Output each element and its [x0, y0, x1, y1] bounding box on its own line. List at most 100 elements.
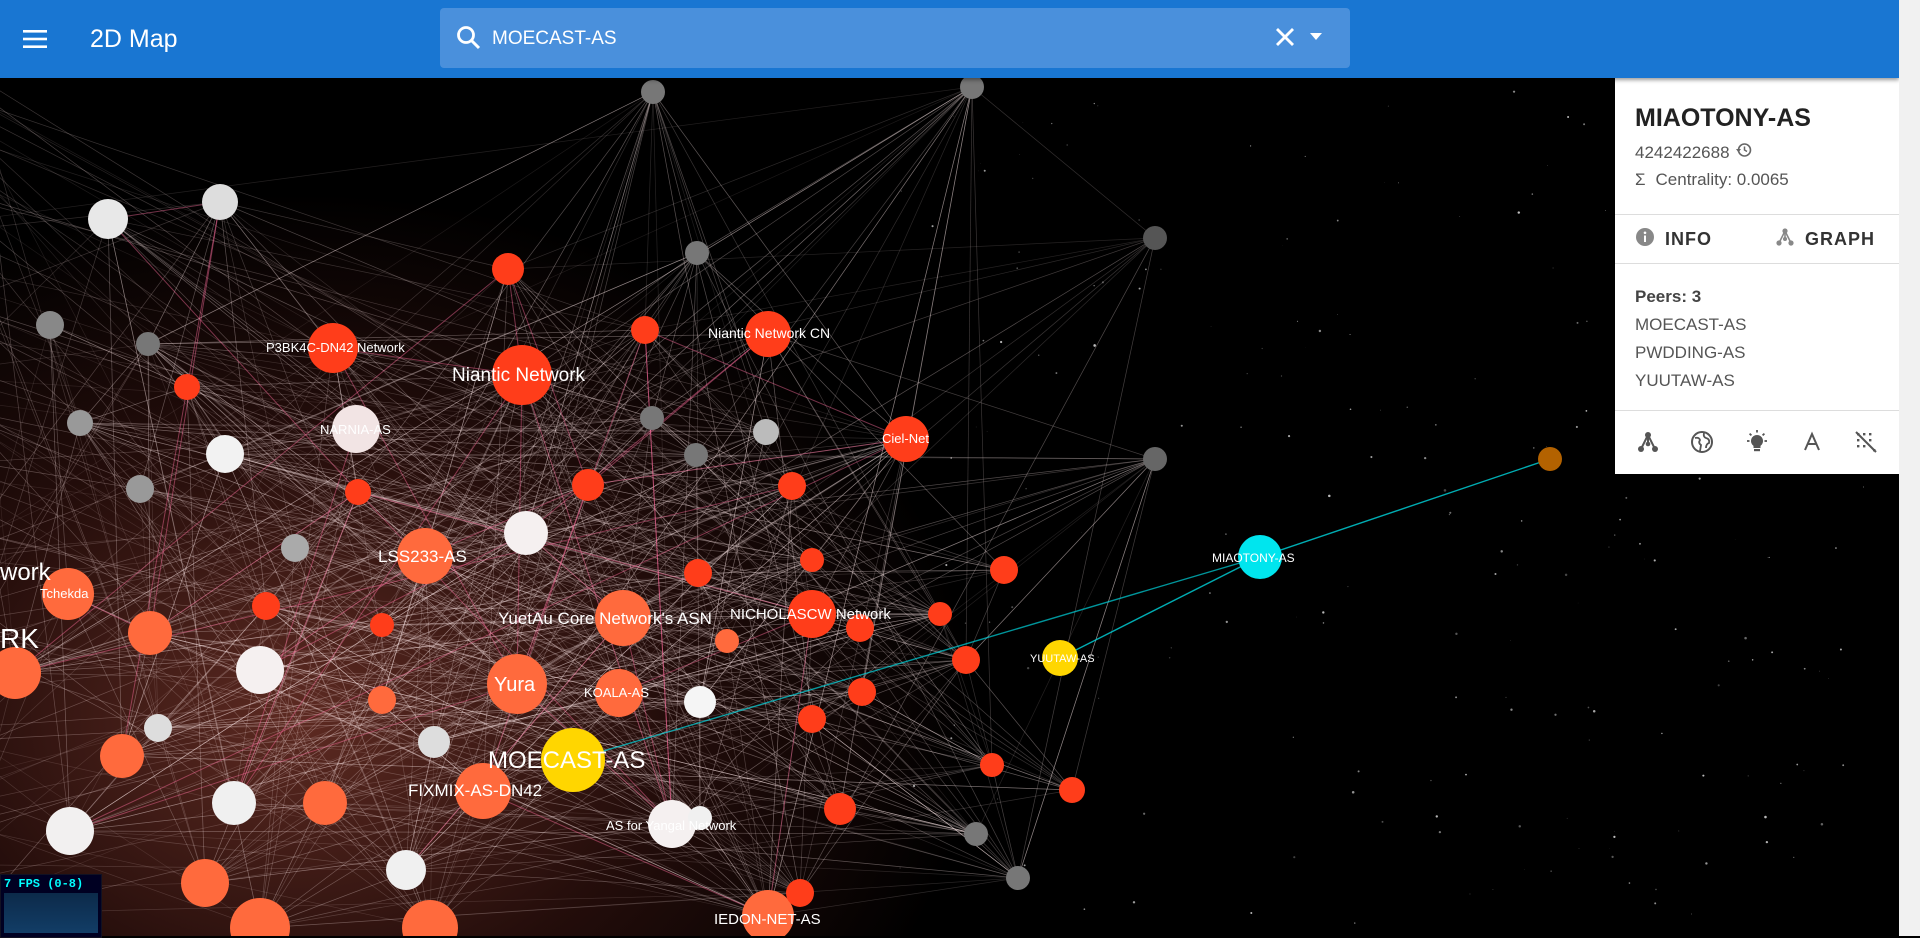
node-bottom2[interactable] [230, 898, 290, 936]
star [978, 171, 979, 172]
node-w8[interactable] [144, 714, 172, 742]
star [1171, 648, 1172, 649]
star [1655, 889, 1656, 890]
node-red6[interactable] [990, 556, 1018, 584]
peer-item[interactable]: MOECAST-AS [1635, 311, 1746, 339]
node-stapia[interactable] [504, 511, 548, 555]
node-red17[interactable] [848, 678, 876, 706]
star [1139, 288, 1141, 290]
star [1032, 178, 1033, 179]
node-white2[interactable] [212, 781, 256, 825]
node-red15[interactable] [928, 602, 952, 626]
star [945, 564, 947, 566]
star [1577, 322, 1579, 324]
node-pwdding[interactable] [1538, 447, 1562, 471]
node-w6[interactable] [684, 686, 716, 718]
node-gray9[interactable] [753, 419, 779, 445]
node-as-for[interactable] [88, 199, 128, 239]
peer-item[interactable]: YUUTAW-AS [1635, 367, 1746, 395]
star [1588, 707, 1590, 709]
grid-off-icon[interactable] [1851, 427, 1881, 457]
node-red12[interactable] [252, 592, 280, 620]
node-red10[interactable] [786, 879, 814, 907]
node-white1[interactable] [46, 807, 94, 855]
node-white3[interactable] [386, 850, 426, 890]
node-loki[interactable] [128, 611, 172, 655]
node-red9[interactable] [824, 793, 856, 825]
node-label-koala: KOALA-AS [584, 685, 649, 700]
graph-edge [698, 238, 1155, 573]
node-red5[interactable] [952, 646, 980, 674]
node-red7[interactable] [980, 753, 1004, 777]
node-gray12[interactable] [281, 534, 309, 562]
graph-nodes[interactable] [0, 78, 1562, 936]
tab-info[interactable]: INFO [1635, 215, 1755, 263]
page-scrollbar[interactable] [1899, 0, 1920, 936]
node-scoter[interactable] [236, 646, 284, 694]
node-gray3[interactable] [1006, 866, 1030, 890]
star [1027, 667, 1029, 669]
node-red1[interactable] [174, 374, 200, 400]
star [1297, 321, 1298, 322]
globe-icon[interactable] [1687, 427, 1717, 457]
star [1247, 373, 1248, 374]
node-red11[interactable] [370, 613, 394, 637]
history-icon[interactable] [1736, 142, 1752, 163]
node-gray13[interactable] [67, 410, 93, 436]
star [1583, 123, 1585, 125]
node-gray8[interactable] [641, 80, 665, 104]
arrow-drop-down-icon[interactable] [1308, 29, 1324, 50]
star [1084, 908, 1086, 910]
node-label-yangal: AS for Yangal Network [606, 818, 737, 833]
star [1323, 622, 1325, 624]
node-perrin[interactable] [303, 781, 347, 825]
search-input[interactable] [490, 22, 1254, 56]
node-sterde[interactable] [0, 647, 41, 699]
star [1455, 696, 1457, 698]
node-peerjp[interactable] [492, 253, 524, 285]
tab-graph[interactable]: GRAPH [1775, 215, 1899, 263]
node-as01[interactable] [100, 734, 144, 778]
node-redcat[interactable] [572, 469, 604, 501]
menu-icon[interactable] [18, 22, 52, 56]
node-bottom3[interactable] [402, 900, 458, 936]
node-red8[interactable] [1059, 777, 1085, 803]
star [1780, 783, 1781, 784]
node-o2[interactable] [368, 686, 396, 714]
node-gray6[interactable] [685, 241, 709, 265]
text-icon[interactable] [1797, 427, 1827, 457]
graph-edge [1018, 459, 1155, 878]
node-gray1[interactable] [202, 184, 238, 220]
node-gray16[interactable] [136, 332, 160, 356]
node-gray15[interactable] [36, 311, 64, 339]
star [1513, 91, 1515, 93]
graph-edge [1260, 459, 1550, 557]
star [901, 190, 902, 191]
star [1354, 922, 1355, 923]
node-red13[interactable] [684, 559, 712, 587]
node-gray4[interactable] [1143, 447, 1167, 471]
node-gray14[interactable] [126, 475, 154, 503]
search-box[interactable] [440, 8, 1350, 68]
star [1608, 547, 1609, 548]
star [1764, 816, 1767, 819]
node-bottom1[interactable] [181, 859, 229, 907]
peer-item[interactable]: PWDDING-AS [1635, 339, 1746, 367]
star [900, 867, 901, 868]
node-gray2[interactable] [964, 822, 988, 846]
close-icon[interactable] [1273, 25, 1297, 54]
node-red3[interactable] [778, 472, 806, 500]
node-w7[interactable] [418, 726, 450, 758]
network-icon[interactable] [1633, 427, 1663, 457]
node-lab[interactable] [631, 316, 659, 344]
node-red16[interactable] [798, 705, 826, 733]
node-red2[interactable] [345, 479, 371, 505]
node-red4[interactable] [800, 548, 824, 572]
node-gray11[interactable] [640, 406, 664, 430]
node-gray10[interactable] [684, 443, 708, 467]
node-gray5[interactable] [1143, 226, 1167, 250]
lightbulb-icon[interactable] [1742, 427, 1772, 457]
node-o1[interactable] [715, 629, 739, 653]
star [1768, 557, 1769, 558]
node-w5[interactable] [206, 435, 244, 473]
